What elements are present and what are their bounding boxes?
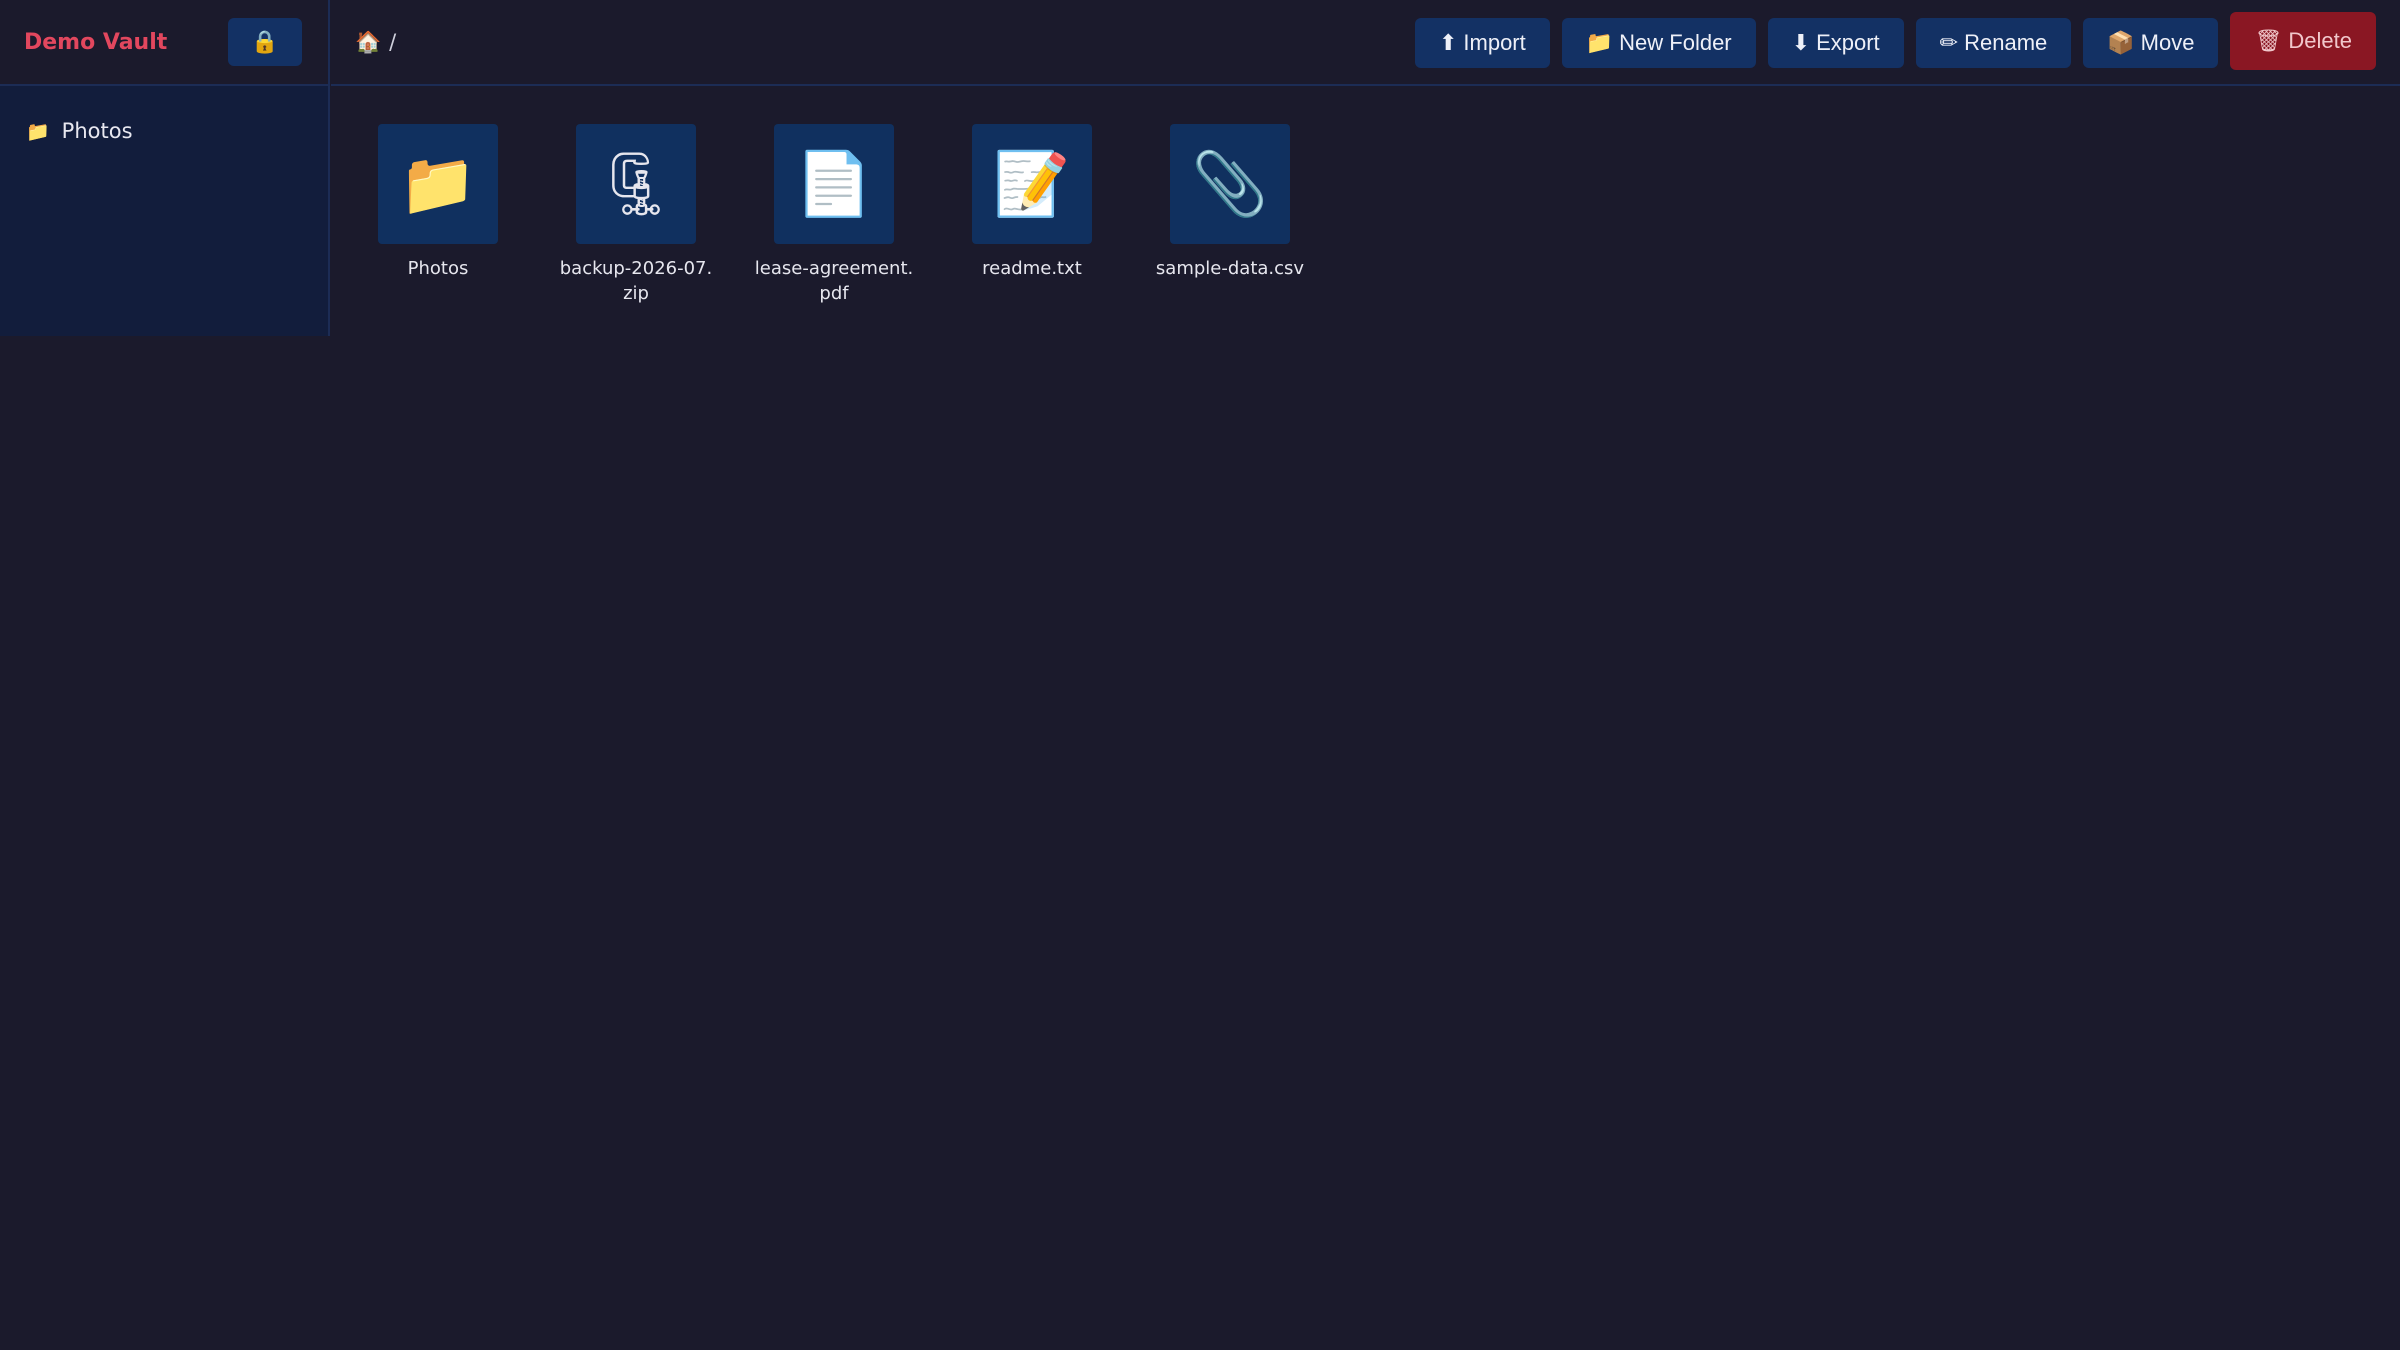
move-button[interactable]: 📦 Move xyxy=(2083,18,2219,68)
file-grid: 📁 Photos 🗜 backup-2026-07.zip 📄 lease-ag… xyxy=(378,124,1304,306)
file-item-photos[interactable]: 📁 Photos xyxy=(378,124,498,306)
sidebar-item-label: Photos xyxy=(61,119,133,143)
sidebar: Demo Vault 🔒 📁 Photos xyxy=(0,0,330,336)
sidebar-header: Demo Vault 🔒 xyxy=(0,0,328,86)
paperclip-icon: 📎 xyxy=(1170,124,1290,244)
memo-icon: 📝 xyxy=(972,124,1092,244)
file-name: readme.txt xyxy=(982,258,1082,279)
topbar: 🏠 / ⬆ Import 📁 New Folder ⬇ Export ✏ Ren… xyxy=(331,0,2400,86)
file-item-sample-csv[interactable]: 📎 sample-data.csv xyxy=(1156,124,1304,306)
file-name: sample-data.csv xyxy=(1155,258,1305,279)
lock-icon: 🔒 xyxy=(251,29,279,54)
new-folder-button[interactable]: 📁 New Folder xyxy=(1561,18,1756,68)
folder-icon: 📁 xyxy=(1585,30,1614,55)
pencil-icon: ✏ xyxy=(1939,30,1959,55)
package-icon: 📦 xyxy=(2107,30,2135,55)
file-manager-app: Demo Vault 🔒 📁 Photos 🏠 / ⬆ Import 📁 New… xyxy=(0,0,2400,1350)
delete-button[interactable]: 🗑 Delete xyxy=(2230,12,2376,70)
download-arrow-icon: ⬇ xyxy=(1791,30,1811,55)
archive-icon: 🗜 xyxy=(576,124,696,244)
file-name: Photos xyxy=(407,258,469,279)
file-name: backup-2026-07.zip xyxy=(559,258,713,304)
file-item-readme-txt[interactable]: 📝 readme.txt xyxy=(972,124,1092,306)
rename-button[interactable]: ✏ Rename xyxy=(1915,18,2072,68)
folder-icon: 📁 xyxy=(26,120,50,143)
upload-arrow-icon: ⬆ xyxy=(1438,30,1458,55)
trash-icon: 🗑 xyxy=(2254,28,2283,53)
folder-icon: 📁 xyxy=(378,124,498,244)
export-button[interactable]: ⬇ Export xyxy=(1767,18,1904,68)
toolbar: ⬆ Import 📁 New Folder ⬇ Export ✏ Rename … xyxy=(1414,12,2376,70)
file-item-backup-zip[interactable]: 🗜 backup-2026-07.zip xyxy=(560,124,712,306)
breadcrumb-separator: / xyxy=(389,30,397,54)
home-icon[interactable]: 🏠 xyxy=(355,30,381,55)
lock-button[interactable]: 🔒 xyxy=(228,18,302,66)
sidebar-item-photos[interactable]: 📁 Photos xyxy=(0,94,328,168)
document-icon: 📄 xyxy=(774,124,894,244)
file-item-lease-pdf[interactable]: 📄 lease-agreement.pdf xyxy=(755,124,913,306)
breadcrumb: 🏠 / xyxy=(355,30,396,55)
import-button[interactable]: ⬆ Import xyxy=(1414,18,1550,68)
file-name: lease-agreement.pdf xyxy=(754,258,914,304)
vault-title: Demo Vault xyxy=(24,29,168,55)
